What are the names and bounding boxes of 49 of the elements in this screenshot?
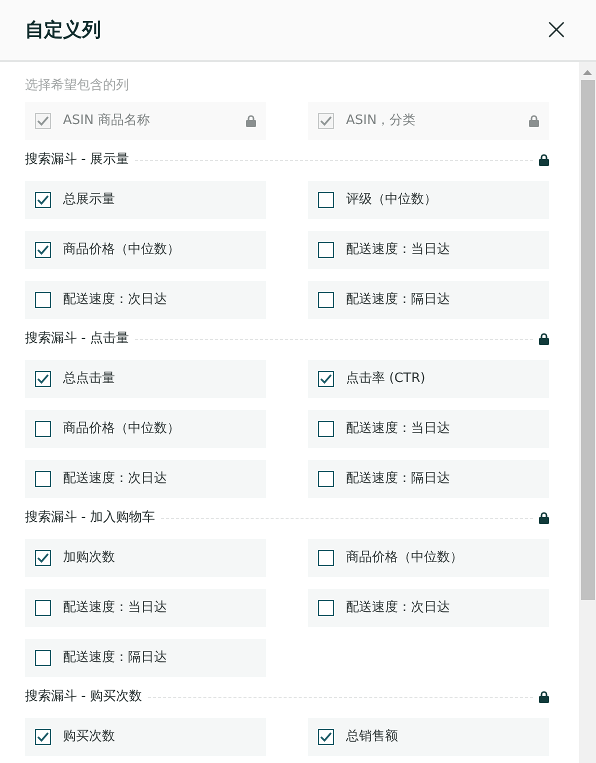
checkbox-option[interactable]: 总点击量 — [25, 360, 266, 398]
checkbox-option[interactable]: 商品价格（中位数） — [308, 539, 549, 577]
checkbox[interactable] — [318, 242, 334, 258]
dialog-title: 自定义列 — [25, 18, 101, 43]
checkbox[interactable] — [318, 371, 334, 387]
checkbox-option[interactable]: 配送速度：次日达 — [25, 460, 266, 498]
close-button[interactable]: × — [542, 15, 571, 45]
checkbox[interactable] — [318, 421, 334, 437]
checkbox[interactable] — [35, 600, 51, 616]
section-title: 搜索漏斗 - 加入购物车 — [25, 509, 155, 528]
checkbox-option[interactable]: 商品价格（中位数） — [25, 231, 266, 269]
checkbox[interactable] — [35, 421, 51, 437]
checkbox-option[interactable]: 购买次数 — [25, 718, 266, 756]
checkbox[interactable] — [318, 292, 334, 308]
checkbox[interactable] — [318, 729, 334, 745]
section-title: 搜索漏斗 - 点击量 — [25, 330, 129, 348]
checkbox-option[interactable]: 加购次数 — [25, 539, 266, 577]
checkbox-option[interactable]: 配送速度：当日达 — [308, 231, 549, 269]
checkbox[interactable] — [35, 192, 51, 208]
checkbox-option[interactable]: 配送速度：隔日达 — [308, 460, 549, 498]
section-title: 搜索漏斗 - 购买次数 — [25, 688, 142, 706]
checkbox-option[interactable]: 配送速度：当日达 — [25, 589, 266, 627]
checkbox-option: ASIN 商品名称 — [25, 102, 266, 140]
section-title: 搜索漏斗 - 展示量 — [25, 151, 129, 170]
checkbox-option[interactable]: 总销售额 — [308, 718, 549, 756]
checkbox-option[interactable]: 点击率 (CTR) — [308, 360, 549, 398]
checkbox[interactable] — [35, 292, 51, 308]
scrollbar-thumb[interactable] — [580, 80, 594, 600]
checkbox[interactable] — [35, 729, 51, 745]
checkbox[interactable] — [35, 471, 51, 487]
checkbox-option[interactable]: 配送速度：当日达 — [308, 410, 549, 448]
checkbox-option[interactable]: 商品价格（中位数） — [25, 410, 266, 448]
checkbox[interactable] — [318, 600, 334, 616]
section-hint: 选择希望包含的列 — [25, 77, 130, 95]
checkbox[interactable] — [35, 550, 51, 566]
checkbox[interactable] — [35, 242, 51, 258]
checkbox-option[interactable]: 总展示量 — [25, 181, 266, 219]
checkbox-option[interactable]: 配送速度：次日达 — [25, 281, 266, 319]
checkbox-option: ASIN，分类 — [308, 102, 549, 140]
checkbox[interactable] — [35, 650, 51, 666]
checkbox-option[interactable]: 评级（中位数） — [308, 181, 549, 219]
checkbox[interactable] — [318, 550, 334, 566]
checkbox-option[interactable]: 配送速度：次日达 — [308, 589, 549, 627]
checkbox[interactable] — [35, 371, 51, 387]
checkbox[interactable] — [318, 192, 334, 208]
checkbox[interactable] — [318, 471, 334, 487]
scrollbar[interactable] — [579, 62, 596, 763]
checkbox-option[interactable]: 配送速度：隔日达 — [308, 281, 549, 319]
checkbox-option[interactable]: 配送速度：隔日达 — [25, 639, 266, 677]
